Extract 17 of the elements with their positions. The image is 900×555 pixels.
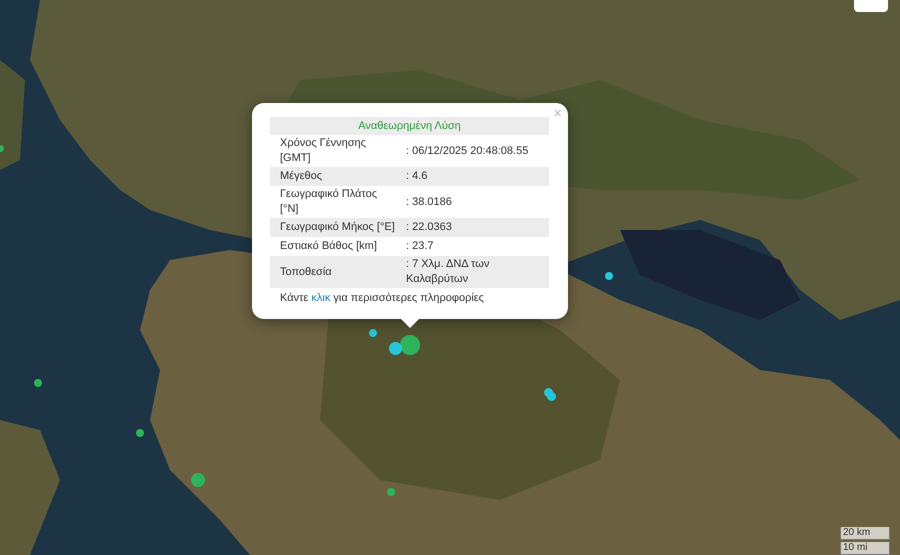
field-value: : 4.6: [406, 169, 428, 184]
popup-title: Αναθεωρημένη Λύση: [270, 117, 549, 135]
field-label: Μέγεθος: [279, 169, 324, 184]
more-info-text: Κάντε κλικ για περισσότερες πληροφορίες: [279, 291, 485, 306]
field-value: : 22.0363: [406, 220, 453, 235]
field-value: : 7 Χλμ. ΔΝΔ των Καλαβρύτων: [406, 257, 490, 287]
field-label: Γεωγραφικό Πλάτος [°N]: [279, 187, 378, 217]
scale-bar-imperial: 10 mi: [840, 542, 890, 555]
field-value: : 23.7: [406, 239, 435, 254]
scale-bar-metric: 20 km: [840, 527, 890, 540]
field-label: Τοποθεσία: [279, 264, 333, 280]
more-info-link[interactable]: κλικ: [311, 292, 330, 304]
field-value: : 06/12/2025 20:48:08.55: [406, 144, 530, 158]
field-label: Χρόνος Γέννησης [GMT]: [279, 136, 367, 166]
field-label: Εστιακό Βάθος [km]: [279, 239, 378, 254]
field-value: : 38.0186: [406, 194, 453, 210]
field-label: Γεωγραφικό Μήκος [°E]: [279, 220, 396, 235]
